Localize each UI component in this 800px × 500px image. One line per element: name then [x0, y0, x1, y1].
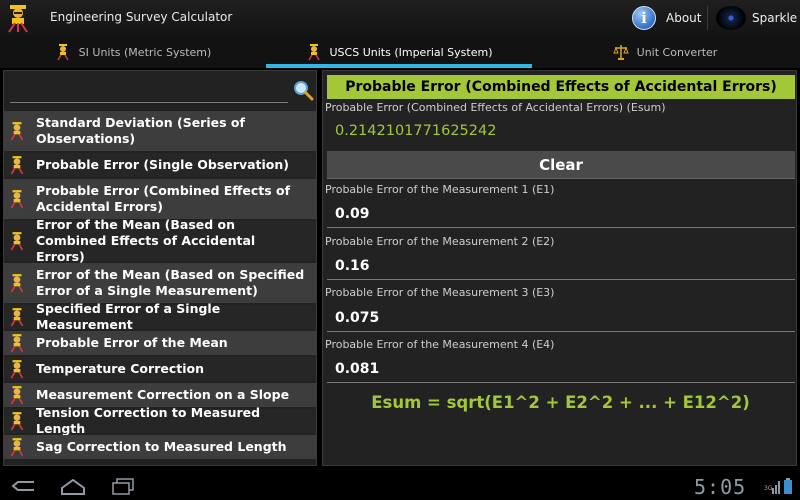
tab-label: Unit Converter	[636, 45, 718, 59]
recent-apps-icon[interactable]	[108, 476, 138, 496]
formula-list: Standard Deviation (Series of Observatio…	[4, 111, 316, 461]
surveyor-icon	[57, 44, 69, 61]
list-item-label: Probable Error of the Mean	[36, 335, 228, 350]
app-title: Engineering Survey Calculator	[50, 10, 233, 24]
sparkle-button[interactable]: Sparkle	[716, 4, 797, 32]
input-e4[interactable]	[327, 355, 795, 383]
surveyor-icon	[307, 44, 320, 61]
calculator-title: Probable Error (Combined Effects of Acci…	[327, 75, 795, 99]
list-item-label: Measurement Correction on a Slope	[36, 387, 290, 402]
list-item[interactable]: Error of the Mean (Based on Specified Er…	[4, 263, 316, 303]
list-item-label: Specified Error of a Single Measurement	[36, 301, 221, 332]
input-e3[interactable]	[327, 304, 795, 332]
search-bar	[4, 71, 316, 109]
list-item[interactable]: Temperature Correction	[4, 357, 316, 381]
clock[interactable]: 5:05	[694, 475, 746, 499]
surveyor-icon	[10, 122, 24, 141]
surveyor-icon	[10, 412, 24, 431]
surveyor-icon	[10, 438, 24, 457]
surveyor-app-icon[interactable]	[4, 3, 32, 33]
list-item-label: Temperature Correction	[36, 361, 204, 376]
input-label-e1: Probable Error of the Measurement 1 (E1)	[325, 183, 555, 196]
result-label: Probable Error (Combined Effects of Acci…	[325, 101, 666, 114]
input-label-e3: Probable Error of the Measurement 3 (E3)	[325, 286, 555, 299]
tab-bar: SI Units (Metric System) USCS Units (Imp…	[0, 36, 800, 68]
list-item[interactable]: Probable Error of the Mean	[4, 331, 316, 355]
battery-icon	[784, 478, 792, 494]
system-bar: 5:05 3G	[0, 472, 800, 500]
input-e2[interactable]	[327, 252, 795, 280]
list-item-label: Sag Correction to Measured Length	[36, 439, 287, 454]
list-item-label: Tension Correction to Measured Length	[36, 405, 261, 436]
tab-label: USCS Units (Imperial System)	[329, 45, 493, 59]
tab-label: SI Units (Metric System)	[78, 45, 212, 59]
list-item-label: Probable Error (Single Observation)	[36, 157, 289, 172]
input-e1[interactable]	[327, 200, 795, 228]
about-label: About	[666, 11, 702, 25]
tab-si-units[interactable]: SI Units (Metric System)	[0, 36, 266, 68]
list-item[interactable]: Specified Error of a Single Measurement	[4, 301, 316, 332]
list-item[interactable]: Tension Correction to Measured Length	[4, 405, 316, 436]
clear-button[interactable]: Clear	[327, 151, 795, 179]
formula-list-panel: Standard Deviation (Series of Observatio…	[3, 70, 317, 466]
action-bar: Engineering Survey Calculator i About Sp…	[0, 0, 800, 36]
sparkle-logo-icon	[716, 6, 746, 30]
signal-icon	[772, 481, 780, 494]
surveyor-icon	[10, 360, 24, 379]
sparkle-label: Sparkle	[752, 11, 798, 25]
list-item[interactable]: Measurement Correction on a Slope	[4, 383, 316, 407]
input-label-e4: Probable Error of the Measurement 4 (E4)	[325, 338, 555, 351]
surveyor-icon	[10, 334, 24, 353]
surveyor-icon	[10, 386, 24, 405]
tab-uscs-units[interactable]: USCS Units (Imperial System)	[266, 36, 532, 68]
calculator-panel: Probable Error (Combined Effects of Acci…	[322, 70, 797, 466]
input-label-e2: Probable Error of the Measurement 2 (E2)	[325, 235, 555, 248]
scale-icon	[612, 45, 629, 60]
surveyor-icon	[10, 156, 24, 175]
surveyor-icon	[10, 308, 24, 327]
about-button[interactable]: i About	[632, 5, 701, 31]
list-item-label: Standard Deviation (Series of Observatio…	[36, 115, 245, 146]
formula-text: Esum = sqrt(E1^2 + E2^2 + ... + E12^2)	[371, 393, 750, 412]
back-icon[interactable]	[8, 476, 38, 496]
list-item-label: Probable Error (Combined Effects of Acci…	[36, 183, 291, 214]
list-item[interactable]: Sag Correction to Measured Length	[4, 435, 316, 459]
tab-unit-converter[interactable]: Unit Converter	[532, 36, 798, 68]
surveyor-icon	[10, 274, 24, 293]
home-icon[interactable]	[58, 476, 88, 496]
search-icon[interactable]	[292, 79, 314, 101]
list-item[interactable]: Error of the Mean (Based on Combined Eff…	[4, 217, 316, 264]
search-input[interactable]	[10, 77, 288, 103]
surveyor-icon	[10, 232, 24, 251]
result-value: 0.2142101771625242	[335, 123, 497, 139]
action-bar-divider	[707, 6, 708, 30]
info-icon: i	[632, 6, 656, 30]
list-item-label: Error of the Mean (Based on Specified Er…	[36, 267, 305, 298]
list-item[interactable]: Standard Deviation (Series of Observatio…	[4, 111, 316, 151]
surveyor-icon	[10, 190, 24, 209]
list-item[interactable]: Probable Error (Single Observation)	[4, 153, 316, 177]
list-item[interactable]: Probable Error (Combined Effects of Acci…	[4, 179, 316, 219]
list-item-label: Error of the Mean (Based on Combined Eff…	[36, 217, 256, 264]
